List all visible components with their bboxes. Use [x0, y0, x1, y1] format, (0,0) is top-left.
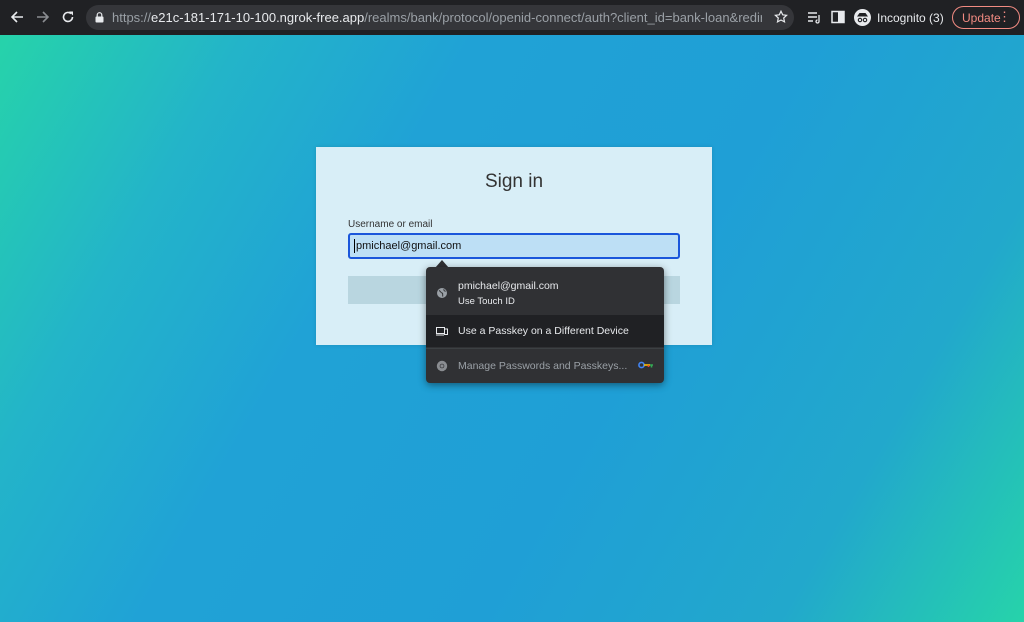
reading-list-icon[interactable] [806, 9, 822, 25]
page-title: Sign in [484, 171, 544, 192]
back-arrow-icon [10, 11, 23, 23]
forward-button[interactable] [34, 8, 52, 26]
url-scheme: https:// [112, 10, 152, 25]
lock-icon [95, 12, 104, 23]
browser-toolbar: https://e21c-181-171-10-100.ngrok-free.a… [0, 0, 1024, 35]
devices-icon [436, 327, 448, 336]
key-icon [638, 361, 653, 369]
more-menu-icon[interactable]: ⋮ [998, 10, 1011, 24]
forward-arrow-icon [37, 11, 50, 23]
autofill-item-account[interactable]: pmichael@gmail.com Use Touch ID [426, 267, 664, 315]
back-button[interactable] [8, 8, 26, 26]
autofill-item-manage-passwords[interactable]: Manage Passwords and Passkeys... [426, 349, 664, 383]
update-label: Update [962, 10, 1001, 25]
incognito-label: Incognito (3) [877, 10, 944, 25]
autofill-item-passkey-other-device[interactable]: Use a Passkey on a Different Device [426, 315, 664, 347]
passkey-option-label: Use a Passkey on a Different Device [458, 325, 629, 337]
update-button[interactable]: Update ⋮ [952, 6, 1020, 29]
autofill-account-email: pmichael@gmail.com [458, 280, 559, 292]
chrome-icon [436, 360, 448, 372]
url-path: /realms/bank/protocol/openid-connect/aut… [364, 10, 762, 25]
text-caret [354, 239, 355, 253]
reload-button[interactable] [59, 8, 77, 26]
incognito-profile-button[interactable]: Incognito (3) [850, 6, 952, 29]
autofill-dropdown: pmichael@gmail.com Use Touch ID Use a Pa… [426, 267, 664, 383]
side-panel-icon[interactable] [830, 9, 846, 25]
globe-icon [437, 288, 447, 298]
username-label: Username or email [348, 219, 433, 230]
incognito-icon [854, 9, 871, 26]
autofill-account-method: Use Touch ID [458, 296, 515, 307]
url-host: e21c-181-171-10-100.ngrok-free.app [151, 10, 365, 25]
address-bar[interactable]: https://e21c-181-171-10-100.ngrok-free.a… [86, 5, 794, 30]
reload-icon [62, 11, 74, 23]
bookmark-star-icon[interactable] [774, 10, 788, 24]
username-input[interactable]: pmichael@gmail.com [348, 233, 680, 259]
url-text[interactable]: https://e21c-181-171-10-100.ngrok-free.a… [112, 10, 762, 25]
manage-passwords-label: Manage Passwords and Passkeys... [458, 360, 628, 372]
